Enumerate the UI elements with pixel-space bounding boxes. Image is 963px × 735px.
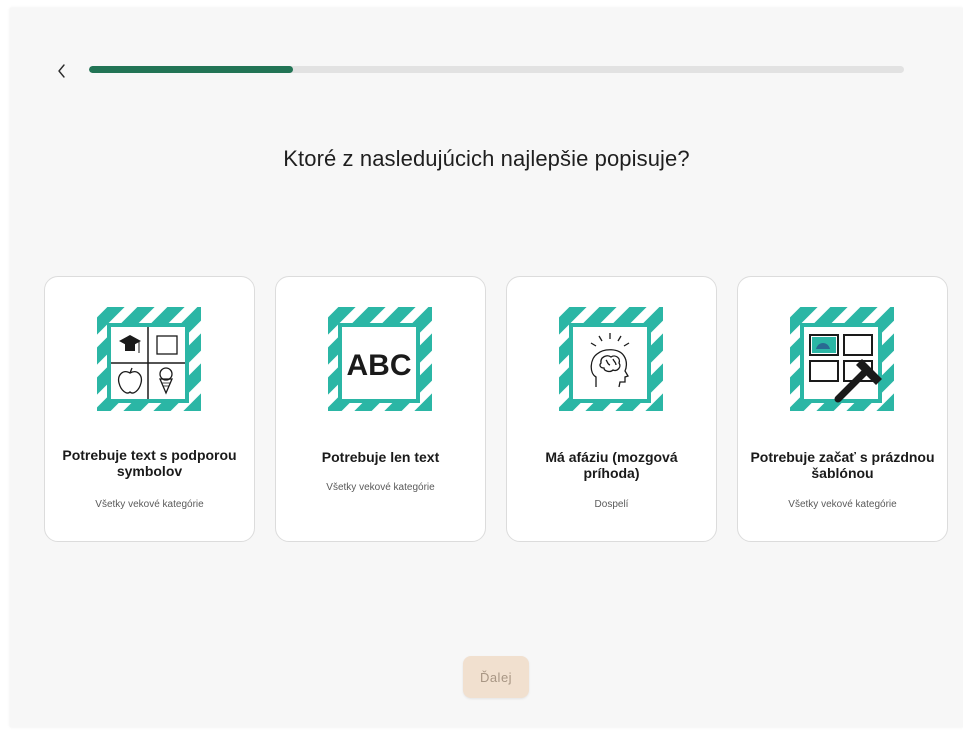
blank-template-icon [790,307,894,411]
next-button[interactable]: Ďalej [463,656,529,698]
option-subtitle: Všetky vekové kategórie [788,499,897,510]
option-subtitle: Všetky vekové kategórie [95,499,204,510]
option-card-symbols[interactable]: Potrebuje text s podporou symbolov Všetk… [44,276,255,542]
option-cards: Potrebuje text s podporou symbolov Všetk… [44,276,951,544]
back-button[interactable] [52,60,72,82]
option-subtitle: Všetky vekové kategórie [326,482,435,493]
abc-icon-text: ABC [347,349,412,382]
progress-bar-fill [89,66,293,73]
brain-head-icon [559,307,663,411]
option-title: Má afáziu (mozgová príhoda) [545,449,678,481]
option-title: Potrebuje text s podporou symbolov [62,447,237,479]
option-title: Potrebuje len text [321,449,440,465]
question-title: Ktoré z nasledujúcich najlepšie popisuje… [283,146,690,171]
option-title: Potrebuje začať s prázdnou šablónou [750,449,935,481]
option-card-text-only[interactable]: ABC Potrebuje len text Všetky vekové kat… [275,276,486,542]
app-frame: Ktoré z nasledujúcich najlepšie popisuje… [10,8,963,727]
option-card-aphasia[interactable]: Má afáziu (mozgová príhoda) Dospelí [506,276,717,542]
option-card-blank-template[interactable]: Potrebuje začať s prázdnou šablónou Všet… [737,276,948,542]
abc-text-icon: ABC [328,307,432,411]
symbols-grid-icon [97,307,201,411]
progress-bar [89,66,904,73]
chevron-left-icon [58,64,65,78]
option-subtitle: Dospelí [594,499,629,510]
